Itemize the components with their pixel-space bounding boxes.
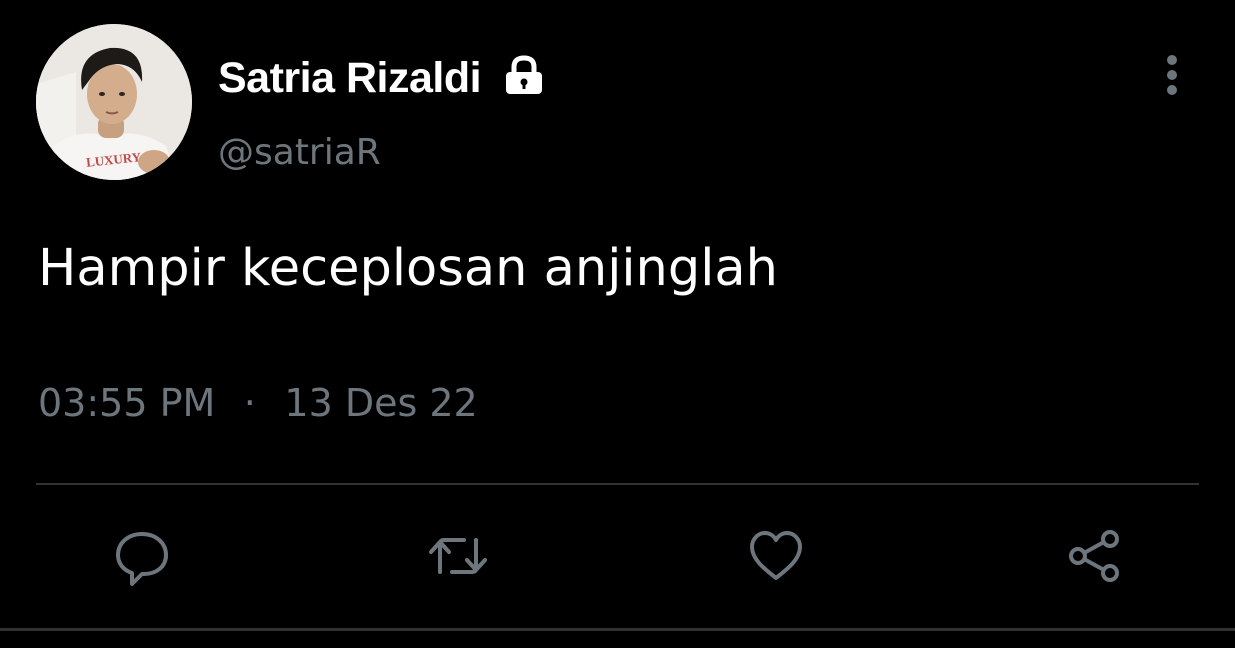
- tweet-timestamp[interactable]: 03:55 PM · 13 Des 22: [38, 376, 478, 430]
- avatar-photo: LUXURY: [36, 24, 192, 180]
- tweet-text: Hampir keceplosan anjinglah: [38, 239, 778, 298]
- retweet-arrows-icon: [429, 538, 487, 574]
- tweet-card: LUXURY Satria Rizaldi @satriaR Hampir ke…: [0, 0, 1235, 648]
- reply-button[interactable]: [110, 524, 174, 588]
- more-options-icon[interactable]: [1150, 50, 1194, 100]
- divider: [36, 483, 1199, 485]
- author-handle[interactable]: @satriaR: [218, 129, 381, 177]
- like-button[interactable]: [744, 524, 808, 588]
- timestamp-separator: ·: [243, 381, 256, 425]
- tweet-time: 03:55 PM: [38, 381, 216, 425]
- share-nodes-icon: [1069, 530, 1119, 582]
- speech-bubble-icon: [116, 532, 168, 586]
- heart-icon: [750, 531, 802, 580]
- avatar[interactable]: LUXURY: [36, 24, 192, 180]
- retweet-button[interactable]: [426, 524, 490, 588]
- tweet-date: 13 Des 22: [284, 381, 478, 425]
- share-button[interactable]: [1062, 524, 1126, 588]
- bottom-border: [0, 628, 1235, 631]
- author-display-name[interactable]: Satria Rizaldi: [218, 52, 482, 104]
- lock-icon: [506, 55, 542, 94]
